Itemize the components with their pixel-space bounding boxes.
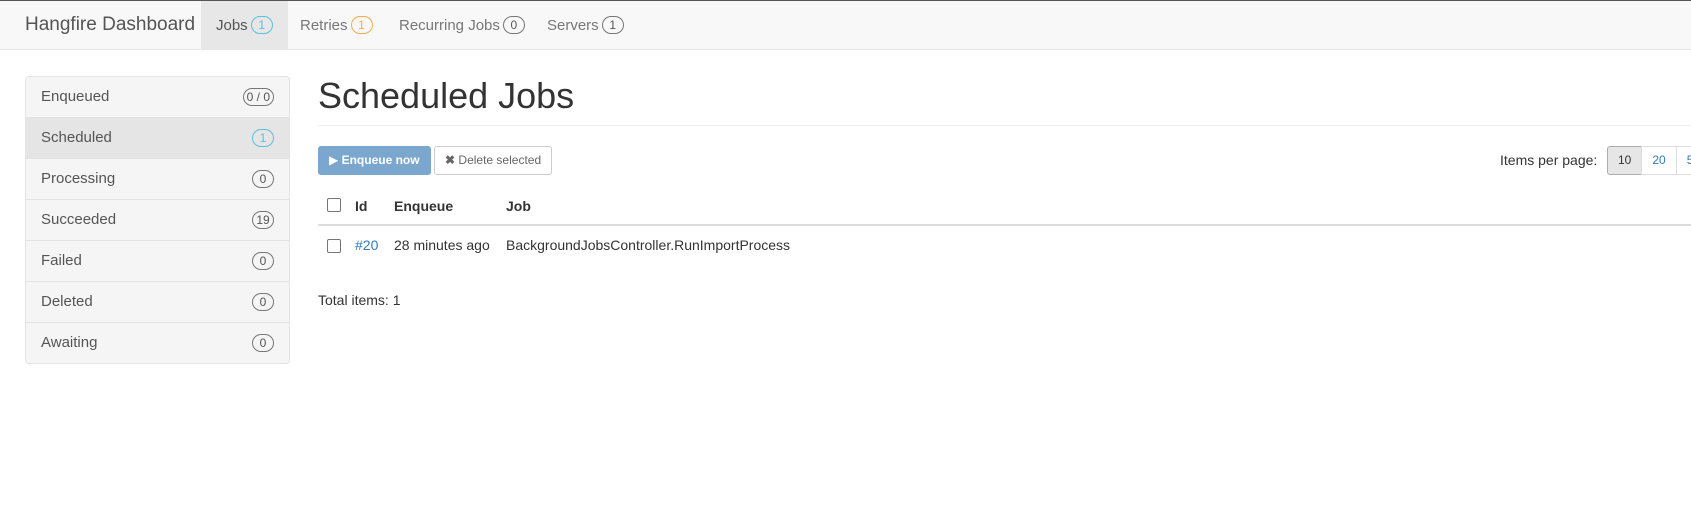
brand-link[interactable]: Hangfire Dashboard bbox=[25, 14, 195, 36]
nav-recurring-jobs[interactable]: Recurring Jobs 0 bbox=[384, 1, 540, 50]
enqueue-now-button[interactable]: ▶ Enqueue now bbox=[318, 146, 431, 175]
nav-jobs-badge: 1 bbox=[250, 16, 273, 34]
sidebar-item-failed[interactable]: Failed 0 bbox=[26, 241, 289, 282]
nav-servers-badge: 1 bbox=[601, 16, 624, 34]
sidebar-item-badge: 19 bbox=[252, 211, 274, 229]
sidebar-item-processing[interactable]: Processing 0 bbox=[26, 159, 289, 200]
sidebar-item-deleted[interactable]: Deleted 0 bbox=[26, 282, 289, 323]
per-page-10[interactable]: 10 bbox=[1607, 146, 1643, 175]
column-header-id: Id bbox=[355, 198, 368, 214]
column-header-enqueue: Enqueue bbox=[394, 198, 454, 214]
sidebar-item-label: Failed bbox=[41, 252, 82, 269]
items-per-page-label: Items per page: bbox=[1500, 152, 1598, 168]
title-divider bbox=[318, 125, 1691, 126]
sidebar-item-succeeded[interactable]: Succeeded 19 bbox=[26, 200, 289, 241]
play-icon: ▶ bbox=[329, 153, 339, 167]
page-title: Scheduled Jobs bbox=[318, 75, 575, 116]
per-page-50[interactable]: 50 bbox=[1675, 146, 1691, 175]
sidebar-item-label: Deleted bbox=[41, 293, 93, 310]
row-select-checkbox[interactable] bbox=[327, 239, 341, 253]
nav-servers[interactable]: Servers 1 bbox=[532, 1, 639, 50]
nav-retries-badge: 1 bbox=[350, 16, 373, 34]
sidebar-item-label: Succeeded bbox=[41, 211, 117, 228]
scheduled-jobs-table: Id Enqueue Job #20 28 minutes ago Backgr… bbox=[318, 190, 1691, 264]
column-header-job: Job bbox=[506, 198, 531, 214]
delete-selected-label: Delete selected bbox=[458, 153, 542, 167]
select-all-checkbox[interactable] bbox=[327, 198, 341, 212]
sidebar-item-badge: 0 bbox=[252, 252, 274, 270]
job-states-sidebar: Enqueued 0 / 0 Scheduled 1 Processing 0 … bbox=[25, 76, 290, 364]
total-items: Total items: 1 bbox=[318, 292, 401, 308]
nav-servers-label: Servers bbox=[547, 17, 599, 34]
sidebar-item-awaiting[interactable]: Awaiting 0 bbox=[26, 323, 289, 363]
sidebar-item-label: Awaiting bbox=[41, 334, 98, 351]
table-row: #20 28 minutes ago BackgroundJobsControl… bbox=[318, 226, 1691, 264]
sidebar-item-enqueued[interactable]: Enqueued 0 / 0 bbox=[26, 77, 289, 118]
job-enqueue-time: 28 minutes ago bbox=[394, 237, 490, 253]
delete-selected-button[interactable]: ✖ Delete selected bbox=[434, 146, 553, 175]
sidebar-item-label: Scheduled bbox=[41, 129, 112, 146]
nav-retries[interactable]: Retries 1 bbox=[285, 1, 388, 50]
navbar: Hangfire Dashboard Jobs 1 Retries 1 Recurr… bbox=[0, 0, 1691, 50]
nav-retries-label: Retries bbox=[300, 17, 348, 34]
nav-recurring-jobs-label: Recurring Jobs bbox=[399, 17, 500, 34]
close-icon: ✖ bbox=[445, 153, 456, 167]
enqueue-now-label: Enqueue now bbox=[341, 153, 420, 167]
nav-recurring-jobs-badge: 0 bbox=[502, 16, 525, 34]
nav-jobs-label: Jobs bbox=[216, 17, 248, 34]
job-id-link[interactable]: #20 bbox=[355, 237, 378, 253]
sidebar-item-badge: 0 bbox=[252, 334, 274, 352]
sidebar-item-label: Processing bbox=[41, 170, 116, 187]
items-per-page-selector: 10 20 50 100 bbox=[1607, 146, 1691, 175]
sidebar-item-badge: 0 bbox=[252, 170, 274, 188]
sidebar-item-badge: 0 / 0 bbox=[242, 88, 274, 106]
nav-jobs[interactable]: Jobs 1 bbox=[201, 1, 288, 50]
sidebar-item-scheduled[interactable]: Scheduled 1 bbox=[26, 118, 289, 159]
job-name: BackgroundJobsController.RunImportProces… bbox=[506, 237, 791, 253]
sidebar-item-label: Enqueued bbox=[41, 88, 110, 105]
sidebar-item-badge: 1 bbox=[252, 129, 274, 147]
sidebar-item-badge: 0 bbox=[252, 293, 274, 311]
table-header-row: Id Enqueue Job bbox=[318, 190, 1691, 226]
per-page-20[interactable]: 20 bbox=[1641, 146, 1677, 175]
